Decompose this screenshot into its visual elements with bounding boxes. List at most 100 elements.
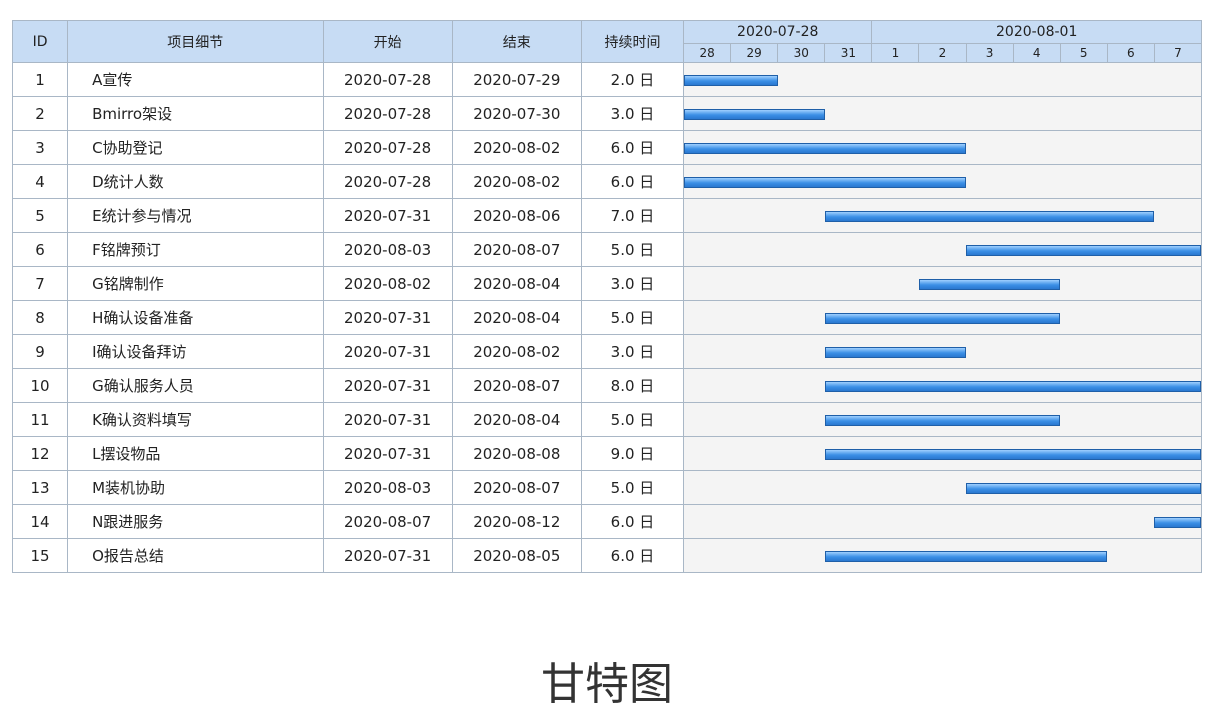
task-bar[interactable] (825, 551, 1108, 562)
task-row[interactable]: 7 G铭牌制作 2020-08-02 2020-08-04 3.0 日 (11, 266, 1202, 301)
task-id: 5 (11, 198, 69, 233)
task-timeline (683, 368, 1202, 403)
task-row[interactable]: 4 D统计人数 2020-07-28 2020-08-02 6.0 日 (11, 164, 1202, 199)
task-duration: 8.0 日 (580, 368, 685, 403)
task-bar[interactable] (825, 211, 1155, 222)
day-header: 6 (1106, 43, 1155, 63)
task-duration: 5.0 日 (580, 470, 685, 505)
task-timeline (683, 266, 1202, 301)
task-detail: H确认设备准备 (67, 300, 324, 335)
task-detail: C协助登记 (67, 130, 324, 165)
task-timeline (683, 232, 1202, 267)
task-row[interactable]: 15 O报告总结 2020-07-31 2020-08-05 6.0 日 (11, 538, 1202, 573)
task-id: 6 (11, 232, 69, 267)
task-detail: E统计参与情况 (67, 198, 324, 233)
header-duration[interactable]: 持续时间 (580, 20, 685, 63)
task-id: 2 (11, 96, 69, 131)
task-bar[interactable] (825, 313, 1061, 324)
task-detail: M装机协助 (67, 470, 324, 505)
task-duration: 6.0 日 (580, 504, 685, 539)
task-id: 4 (11, 164, 69, 199)
task-id: 8 (11, 300, 69, 335)
task-start: 2020-08-02 (322, 266, 453, 301)
task-row[interactable]: 10 G确认服务人员 2020-07-31 2020-08-07 8.0 日 (11, 368, 1202, 403)
task-bar[interactable] (825, 347, 967, 358)
task-start: 2020-07-31 (322, 402, 453, 437)
task-duration: 5.0 日 (580, 232, 685, 267)
task-end: 2020-08-05 (451, 538, 582, 573)
task-id: 12 (11, 436, 69, 471)
period-header: 2020-07-28 (683, 20, 873, 44)
task-duration: 3.0 日 (580, 266, 685, 301)
task-detail: F铭牌预订 (67, 232, 324, 267)
task-row[interactable]: 1 A宣传 2020-07-28 2020-07-29 2.0 日 (11, 62, 1202, 97)
task-row[interactable]: 12 L摆设物品 2020-07-31 2020-08-08 9.0 日 (11, 436, 1202, 471)
header-detail[interactable]: 项目细节 (67, 20, 324, 63)
task-end: 2020-08-12 (451, 504, 582, 539)
task-end: 2020-08-08 (451, 436, 582, 471)
day-header: 30 (777, 43, 826, 63)
task-timeline (683, 130, 1202, 165)
task-detail: L摆设物品 (67, 436, 324, 471)
task-start: 2020-08-03 (322, 232, 453, 267)
day-header: 7 (1153, 43, 1203, 63)
task-row[interactable]: 11 K确认资料填写 2020-07-31 2020-08-04 5.0 日 (11, 402, 1202, 437)
header-end[interactable]: 结束 (451, 20, 582, 63)
task-start: 2020-08-07 (322, 504, 453, 539)
task-bar[interactable] (684, 75, 779, 86)
task-start: 2020-07-28 (322, 62, 453, 97)
task-timeline (683, 504, 1202, 539)
task-duration: 6.0 日 (580, 130, 685, 165)
task-duration: 7.0 日 (580, 198, 685, 233)
task-bar[interactable] (684, 143, 967, 154)
task-start: 2020-07-28 (322, 130, 453, 165)
task-bar[interactable] (966, 483, 1201, 494)
task-row[interactable]: 3 C协助登记 2020-07-28 2020-08-02 6.0 日 (11, 130, 1202, 165)
day-header: 4 (1012, 43, 1061, 63)
task-bar[interactable] (825, 449, 1201, 460)
task-id: 15 (11, 538, 69, 573)
task-detail: D统计人数 (67, 164, 324, 199)
task-timeline (683, 402, 1202, 437)
task-bar[interactable] (825, 415, 1061, 426)
task-row[interactable]: 6 F铭牌预订 2020-08-03 2020-08-07 5.0 日 (11, 232, 1202, 267)
task-row[interactable]: 8 H确认设备准备 2020-07-31 2020-08-04 5.0 日 (11, 300, 1202, 335)
task-timeline (683, 96, 1202, 131)
task-end: 2020-08-02 (451, 130, 582, 165)
task-detail: I确认设备拜访 (67, 334, 324, 369)
task-bar[interactable] (919, 279, 1061, 290)
task-bar[interactable] (684, 109, 826, 120)
task-row[interactable]: 9 I确认设备拜访 2020-07-31 2020-08-02 3.0 日 (11, 334, 1202, 369)
task-row[interactable]: 13 M装机协助 2020-08-03 2020-08-07 5.0 日 (11, 470, 1202, 505)
header-id[interactable]: ID (11, 20, 69, 63)
task-id: 11 (11, 402, 69, 437)
task-end: 2020-08-07 (451, 232, 582, 267)
task-id: 10 (11, 368, 69, 403)
day-header: 3 (965, 43, 1014, 63)
task-bar[interactable] (684, 177, 967, 188)
task-end: 2020-08-02 (451, 164, 582, 199)
day-header: 5 (1059, 43, 1108, 63)
task-id: 13 (11, 470, 69, 505)
task-id: 3 (11, 130, 69, 165)
task-bar[interactable] (1154, 517, 1201, 528)
task-detail: K确认资料填写 (67, 402, 324, 437)
task-detail: G确认服务人员 (67, 368, 324, 403)
task-bar[interactable] (966, 245, 1201, 256)
day-header: 29 (730, 43, 779, 63)
gantt-table: ID 项目细节 开始 结束 持续时间 2020-07-28 2020-08-01… (11, 20, 1203, 573)
task-id: 9 (11, 334, 69, 369)
task-start: 2020-07-31 (322, 198, 453, 233)
task-id: 14 (11, 504, 69, 539)
task-bar[interactable] (825, 381, 1201, 392)
task-end: 2020-08-04 (451, 266, 582, 301)
task-end: 2020-07-29 (451, 62, 582, 97)
task-row[interactable]: 5 E统计参与情况 2020-07-31 2020-08-06 7.0 日 (11, 198, 1202, 233)
task-duration: 3.0 日 (580, 96, 685, 131)
task-row[interactable]: 2 Bmirro架设 2020-07-28 2020-07-30 3.0 日 (11, 96, 1202, 131)
task-detail: N跟进服务 (67, 504, 324, 539)
header-start[interactable]: 开始 (322, 20, 453, 63)
task-duration: 6.0 日 (580, 164, 685, 199)
task-row[interactable]: 14 N跟进服务 2020-08-07 2020-08-12 6.0 日 (11, 504, 1202, 539)
task-start: 2020-07-31 (322, 368, 453, 403)
